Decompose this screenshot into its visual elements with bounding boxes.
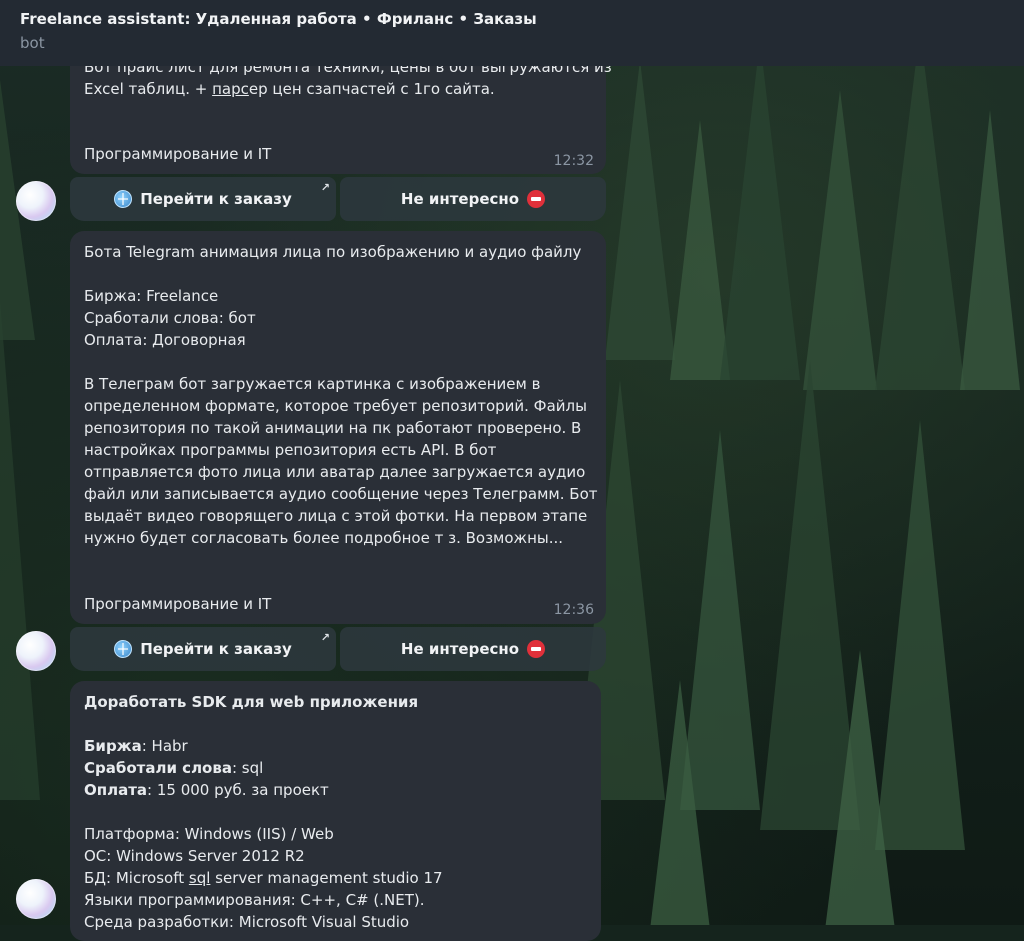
keyword-link[interactable]: парс [212,80,249,98]
order-description-line: В Телеграм бот загружается картинка с из… [84,375,541,393]
tree-shape [960,110,1020,390]
tree-shape [875,30,965,390]
order-payment: Оплата: Договорная [84,331,246,349]
order-exchange: Биржа: Freelance [84,287,219,305]
open-order-label: Перейти к заказу [140,190,292,208]
order-title: Доработать SDK для web приложения [84,693,419,711]
order-description-line: настройках программы репозитория есть AP… [84,441,497,459]
no-entry-icon [527,640,546,658]
external-link-icon: ↗ [320,181,330,194]
order-keywords: Сработали слова: бот [84,309,256,327]
message-bubble-2: Бота Telegram анимация лица по изображен… [70,231,606,624]
order-title: Бота Telegram анимация лица по изображен… [84,243,582,261]
order-description-line: ОС: Windows Server 2012 R2 [84,847,305,865]
tree-shape [802,90,877,390]
order-description-line: выдаёт видео говорящего лица с этой фотк… [84,507,588,525]
tree-shape [650,680,710,925]
message-bubble-3: Доработать SDK для web приложения Биржа:… [70,681,601,941]
order-description-line: БД: Microsoft sql server management stud… [84,869,443,887]
order-exchange: Биржа: Habr [84,737,188,755]
message-time: 12:32 [553,153,594,169]
chat-title: Freelance assistant: Удаленная работа • … [20,10,537,28]
category-label: Программирование и IT [84,595,272,613]
open-order-button[interactable]: Перейти к заказу ↗ [70,177,336,221]
order-description-line: Платформа: Windows (IIS) / Web [84,825,334,843]
tree-shape [720,40,800,380]
order-description-line: нужно будет согласовать более подробное … [84,529,564,547]
bot-avatar[interactable] [16,181,56,221]
globe-icon [114,190,133,208]
order-description-line: Языки программирования: C++, C# (.NET). [84,891,425,909]
order-description-line: файл или записывается аудио сообщение че… [84,485,598,503]
order-description-line: Среда разработки: Microsoft Visual Studi… [84,913,410,931]
not-interested-button[interactable]: Не интересно [340,627,606,671]
bot-avatar[interactable] [16,631,56,671]
not-interested-label: Не интересно [400,640,520,658]
inline-keyboard: Перейти к заказу ↗ Не интересно [70,627,606,671]
chat-subtitle: bot [20,34,45,52]
external-link-icon: ↗ [320,631,330,644]
chat-header[interactable]: Freelance assistant: Удаленная работа • … [0,0,1024,66]
globe-icon [114,640,133,658]
order-keywords: Сработали слова: sql [84,759,264,777]
no-entry-icon [527,190,546,208]
order-description-line: определенном формате, которое требует ре… [84,397,587,415]
inline-keyboard: Перейти к заказу ↗ Не интересно [70,177,606,221]
order-description-line: отправляется фото лица или аватар далее … [84,463,586,481]
open-order-label: Перейти к заказу [140,640,292,658]
bot-avatar[interactable] [16,879,56,919]
category-label: Программирование и IT [84,145,272,163]
not-interested-button[interactable]: Не интересно [340,177,606,221]
message-time: 12:36 [553,602,594,618]
message-text-line: Excel таблиц. + парсер цен сзапчастей с … [84,80,495,98]
tree-shape [825,650,895,925]
tree-shape [0,300,40,800]
order-description-line: репозитория по такой анимации на пк рабо… [84,419,582,437]
keyword-link[interactable]: sql [189,869,211,887]
order-payment: Оплата: 15 000 руб. за проект [84,781,329,799]
tree-shape [605,60,675,360]
not-interested-label: Не интересно [400,190,520,208]
open-order-button[interactable]: Перейти к заказу ↗ [70,627,336,671]
